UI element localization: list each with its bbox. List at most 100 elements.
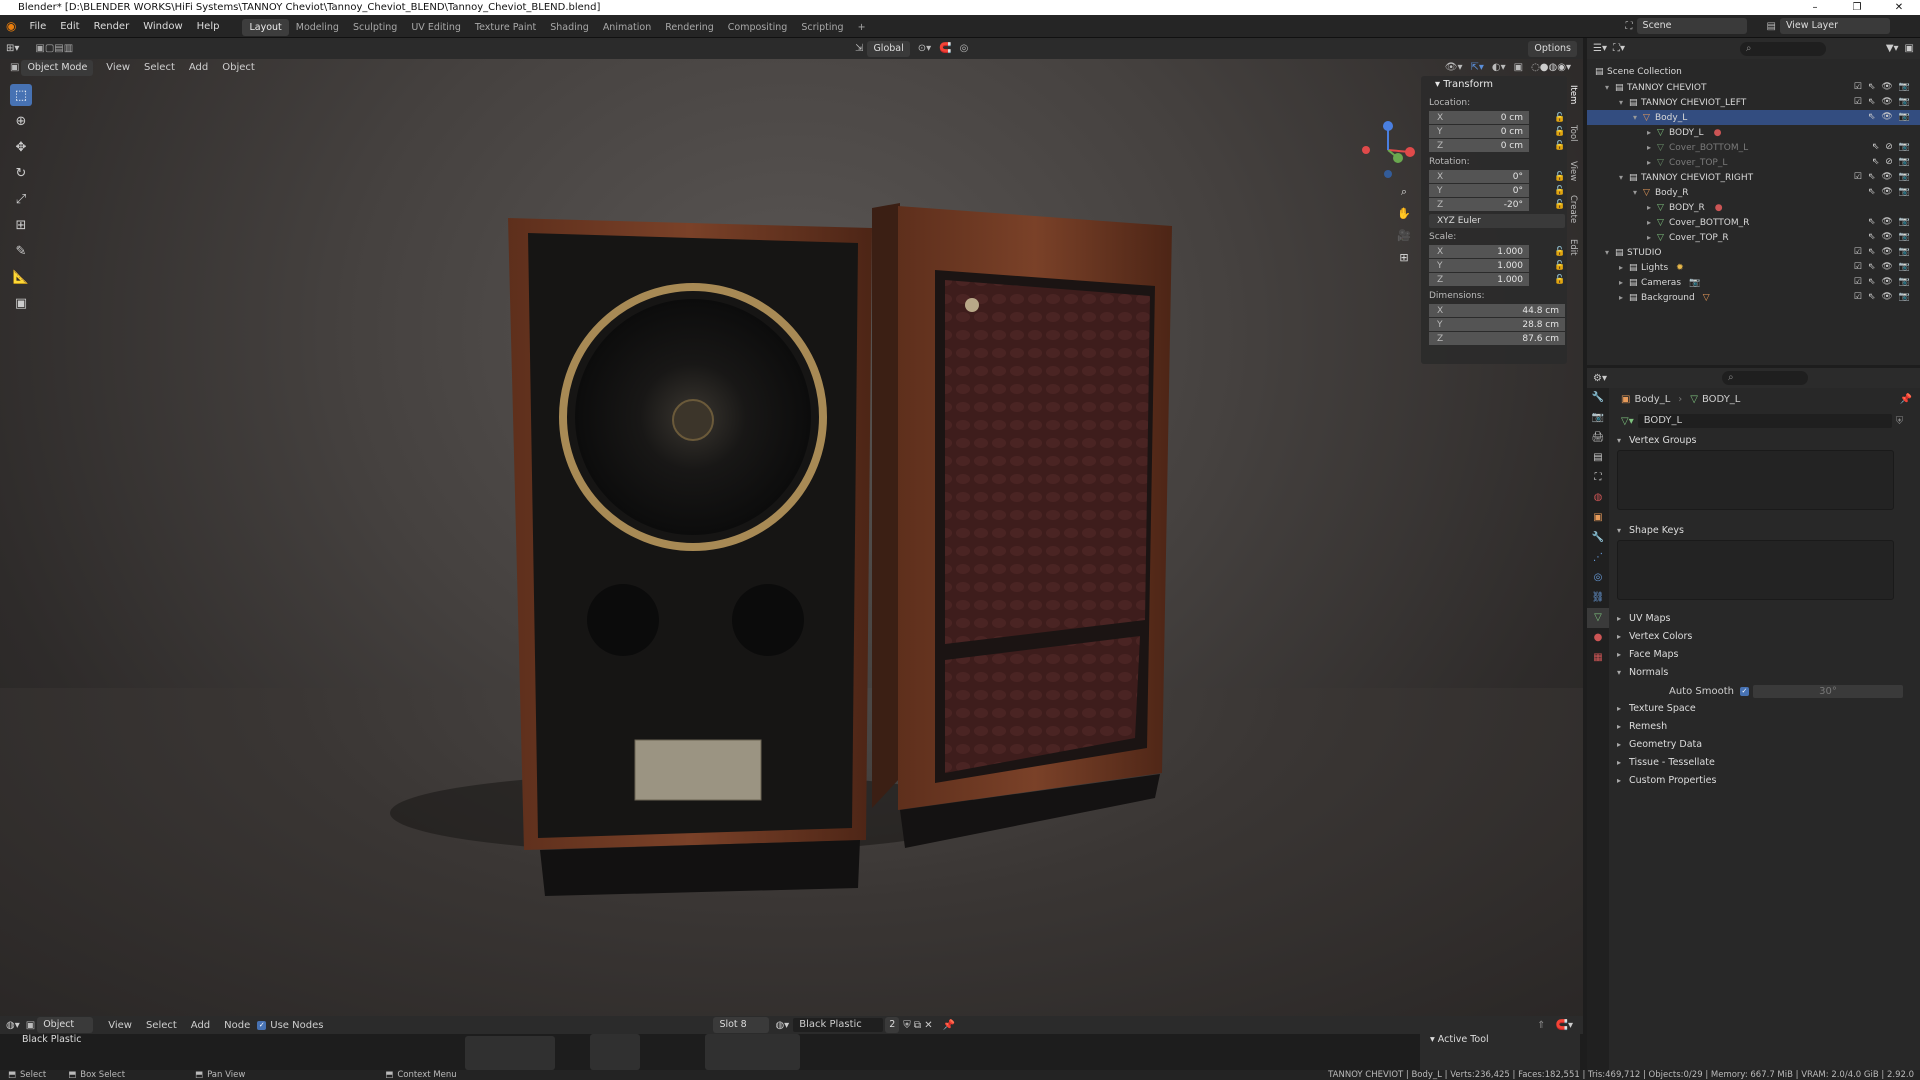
scale-tool-icon[interactable]: ⤢ [10,188,32,210]
scale-y-field[interactable]: Y 1.000 🔓 [1429,259,1565,273]
mesh-data-tab-icon[interactable]: ▽ [1587,608,1609,628]
location-y-field[interactable]: Y 0 cm 🔓 [1429,125,1565,139]
snap-icon[interactable]: 🧲▾ [1556,1020,1573,1031]
shader-menu-select[interactable]: Select [139,1020,184,1031]
expand-arrow-icon[interactable]: ▸ [1619,260,1629,275]
outliner-row-object[interactable]: ▸ ▽ Cover_BOTTOM_L ⇖⊘📷 [1587,140,1920,155]
sidebar-tab-edit[interactable]: Edit [1568,230,1578,264]
row-toggle-icons[interactable]: ☑⇖👁📷 [1854,290,1916,305]
object-tab-icon[interactable]: ▣ [1587,508,1609,528]
options-dropdown[interactable]: Options [1528,40,1577,57]
collapse-arrow-icon[interactable]: ▾ [1605,245,1615,260]
rotation-x-field[interactable]: X 0° 🔓 [1429,170,1565,184]
dimensions-y-field[interactable]: Y 28.8 cm [1429,318,1565,332]
node-thumbnail[interactable] [590,1034,640,1070]
3d-viewport[interactable]: ⬚ ⊕ ✥ ↻ ⤢ ⊞ ✎ 📐 ▣ ⌕ ✋ 🎥 ⊞ [0,38,1583,1016]
tissue-panel-header[interactable]: ▸ Tissue - Tessellate [1609,754,1920,772]
menu-edit[interactable]: Edit [53,15,86,38]
lock-icon[interactable]: 🔓 [1554,139,1565,153]
properties-editor-type-icon[interactable]: ⚙▾ [1587,373,1613,384]
workspace-tab-texture-paint[interactable]: Texture Paint [468,19,543,36]
outliner-row-object[interactable]: ▸ ▽ BODY_L ● [1587,125,1920,140]
rotation-mode-dropdown[interactable]: XYZ Euler [1429,214,1565,228]
grid-perspective-icon[interactable]: ⊞ [1395,249,1413,267]
texture-space-panel-header[interactable]: ▸ Texture Space [1609,700,1920,718]
collapse-arrow-icon[interactable]: ▾ [1633,110,1643,125]
overlay-toggle-icon[interactable]: ◐▾ [1492,62,1506,73]
outliner-row-scene-collection[interactable]: ▤ Scene Collection [1587,65,1920,80]
render-tab-icon[interactable]: 📷 [1587,408,1609,428]
shading-mode-icons[interactable]: ◌●◍◉▾ [1531,62,1571,73]
outliner-row-collection[interactable]: ▾ ▤ TANNOY CHEVIOT ☑⇖👁📷 [1587,80,1920,95]
physics-tab-icon[interactable]: ◎ [1587,568,1609,588]
lock-icon[interactable]: 🔓 [1554,259,1565,273]
maximize-button[interactable]: ❐ [1836,0,1878,15]
outliner-row-collection[interactable]: ▸ ▤ Cameras 📷 ☑⇖👁📷 [1587,275,1920,290]
properties-search-input[interactable]: ⌕ [1722,371,1808,385]
vertex-groups-panel-header[interactable]: ▾ Vertex Groups [1609,432,1920,450]
display-mode-icon[interactable]: ⛶▾ [1613,43,1625,54]
minimize-button[interactable]: – [1794,0,1836,15]
outliner-row-collection[interactable]: ▸ ▤ Lights ✹ ☑⇖👁📷 [1587,260,1920,275]
lock-icon[interactable]: 🔓 [1554,198,1565,212]
viewport-menu-select[interactable]: Select [137,62,182,73]
workspace-tab-sculpting[interactable]: Sculpting [346,19,404,36]
menu-window[interactable]: Window [136,15,189,38]
sidebar-tab-tool[interactable]: Tool [1568,116,1578,150]
material-name-field[interactable]: Black Plastic [793,1018,884,1032]
proportional-editing-icon[interactable]: ◎ [960,43,969,54]
scale-z-field[interactable]: Z 1.000 🔓 [1429,273,1565,287]
outliner-row-collection[interactable]: ▾ ▤ TANNOY CHEVIOT_RIGHT ☑⇖👁📷 [1587,170,1920,185]
visibility-icon[interactable]: 👁▾ [1445,62,1463,73]
auto-smooth-angle-field[interactable]: 30° [1752,684,1903,698]
location-z-field[interactable]: Z 0 cm 🔓 [1429,139,1565,153]
expand-arrow-icon[interactable]: ▸ [1619,275,1629,290]
close-button[interactable]: ✕ [1878,0,1920,15]
modifier-tab-icon[interactable]: 🔧 [1587,528,1609,548]
expand-arrow-icon[interactable]: ▸ [1647,125,1657,140]
outliner-row-object[interactable]: ▾ ▽ Body_R ⇖👁📷 [1587,185,1920,200]
uv-maps-panel-header[interactable]: ▸ UV Maps [1609,610,1920,628]
workspace-tab-shading[interactable]: Shading [543,19,596,36]
lock-icon[interactable]: 🔓 [1554,245,1565,259]
select-box-tool-icon[interactable]: ⬚ [10,84,32,106]
lock-icon[interactable]: 🔓 [1554,273,1565,287]
node-thumbnail[interactable] [705,1034,800,1070]
transform-tool-icon[interactable]: ⊞ [10,214,32,236]
lock-icon[interactable]: 🔓 [1554,184,1565,198]
shader-menu-view[interactable]: View [101,1020,139,1031]
outliner-row-collection[interactable]: ▾ ▤ STUDIO ☑⇖👁📷 [1587,245,1920,260]
expand-arrow-icon[interactable]: ▸ [1647,200,1657,215]
workspace-tab-uv-editing[interactable]: UV Editing [404,19,468,36]
filter-icon[interactable]: ▼▾ [1886,43,1899,54]
world-tab-icon[interactable]: ◍ [1587,488,1609,508]
fake-user-icon[interactable]: ⛨ [1896,416,1904,427]
dimensions-x-field[interactable]: X 44.8 cm [1429,304,1565,318]
viewport-menu-add[interactable]: Add [182,62,215,73]
material-slot-dropdown[interactable]: Slot 8 [713,1017,770,1033]
normals-panel-header[interactable]: ▾ Normals [1609,664,1920,682]
geometry-data-panel-header[interactable]: ▸ Geometry Data [1609,736,1920,754]
outliner-row-object[interactable]: ▾ ▽ Body_L ⇖👁📷 [1587,110,1920,125]
menu-help[interactable]: Help [190,15,227,38]
row-toggle-icons[interactable]: ☑⇖👁📷 [1854,95,1916,110]
row-toggle-icons[interactable]: ⇖⊘📷 [1872,140,1916,155]
location-x-field[interactable]: X 0 cm 🔓 [1429,111,1565,125]
outliner-search-input[interactable]: ⌕ [1739,41,1826,56]
menu-render[interactable]: Render [87,15,137,38]
workspace-tab-scripting[interactable]: Scripting [794,19,850,36]
node-thumbnail[interactable] [465,1036,555,1070]
material-tab-icon[interactable]: ● [1587,628,1609,648]
rotation-y-field[interactable]: Y 0° 🔓 [1429,184,1565,198]
row-toggle-icons[interactable]: ☑⇖👁📷 [1854,260,1916,275]
outliner-row-object[interactable]: ▸ ▽ Cover_TOP_R ⇖👁📷 [1587,230,1920,245]
tool-tab-icon[interactable]: 🔧 [1587,388,1609,408]
particles-tab-icon[interactable]: ⋰ [1587,548,1609,568]
sidebar-tab-create[interactable]: Create [1568,192,1578,226]
expand-arrow-icon[interactable]: ▸ [1647,140,1657,155]
transform-panel-header[interactable]: ▾ Transform [1421,76,1567,94]
add-cube-tool-icon[interactable]: ▣ [10,292,32,314]
outliner-editor-type-icon[interactable]: ☰▾ [1587,43,1613,54]
pan-hand-icon[interactable]: ✋ [1395,205,1413,223]
shape-keys-panel-header[interactable]: ▾ Shape Keys [1609,522,1920,540]
